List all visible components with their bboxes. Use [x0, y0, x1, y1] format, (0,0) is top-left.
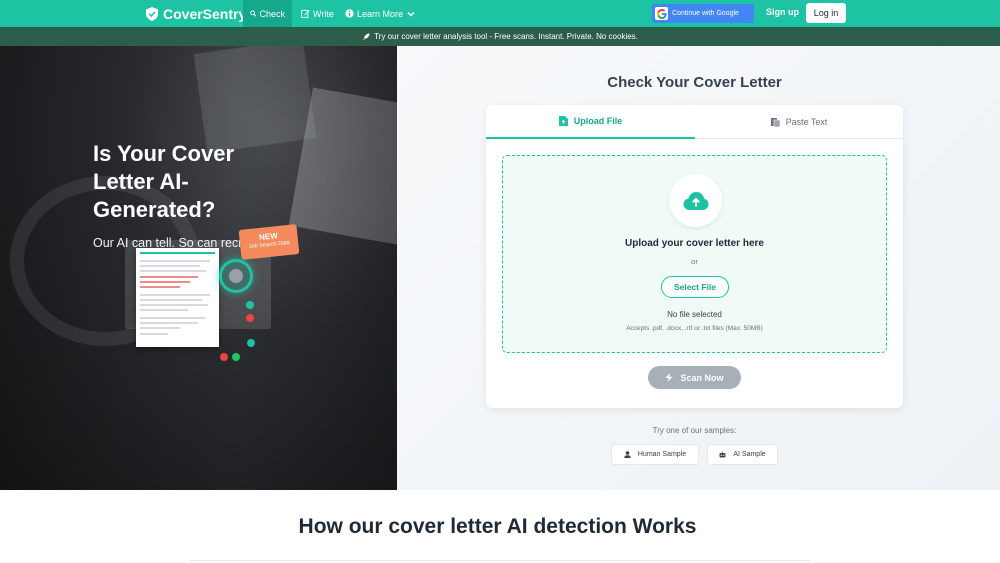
- hero-illustration-document: [136, 248, 219, 347]
- human-sample-label: Human Sample: [637, 451, 687, 458]
- google-signin-button[interactable]: Continue with Google: [652, 4, 754, 23]
- upload-title: Upload your cover letter here: [625, 238, 764, 249]
- upload-card: Upload File Paste Text Upload your cover…: [486, 105, 903, 408]
- bolt-icon: [665, 373, 673, 382]
- magnifier-scan-icon: [219, 259, 253, 293]
- login-button[interactable]: Log in: [806, 3, 846, 23]
- check-dot-icon: [247, 339, 255, 347]
- accepted-formats-note: Accepts .pdf, .docx, .rtf or .txt files …: [626, 325, 763, 332]
- new-badge: NEW Job Search Data: [238, 224, 300, 260]
- ai-sample-button[interactable]: AI Sample: [707, 444, 778, 465]
- promo-banner-text: Try our cover letter analysis tool - Fre…: [374, 32, 638, 41]
- check-dot-icon: [232, 353, 240, 361]
- scan-now-label: Scan Now: [680, 372, 724, 383]
- file-dropzone[interactable]: Upload your cover letter here or Select …: [502, 155, 887, 353]
- checker-title: Check Your Cover Letter: [607, 74, 782, 91]
- shield-check-icon: [146, 6, 158, 21]
- scan-now-button[interactable]: Scan Now: [648, 366, 741, 389]
- tab-upload-file[interactable]: Upload File: [486, 105, 695, 139]
- paste-icon: [770, 117, 780, 127]
- nav-learn-more[interactable]: Learn More: [338, 0, 422, 27]
- top-navbar: CoverSentry Check Write Learn More Conti…: [0, 0, 1000, 27]
- search-icon: [250, 10, 257, 17]
- select-file-button[interactable]: Select File: [661, 276, 729, 298]
- nav-write[interactable]: Write: [294, 0, 341, 27]
- google-signin-label: Continue with Google: [672, 10, 739, 17]
- info-icon: [345, 9, 354, 18]
- check-dot-icon: [246, 301, 254, 309]
- tab-paste-text-label: Paste Text: [785, 116, 828, 127]
- samples-label: Try one of our samples:: [652, 426, 737, 435]
- nav-check[interactable]: Check: [243, 0, 292, 27]
- or-separator: or: [691, 257, 698, 266]
- signup-link[interactable]: Sign up: [766, 7, 799, 17]
- nav-write-label: Write: [313, 8, 334, 19]
- nav-check-label: Check: [259, 8, 285, 19]
- brand-logo[interactable]: CoverSentry: [146, 5, 246, 22]
- ai-sample-label: AI Sample: [733, 451, 766, 458]
- section-divider: [190, 560, 810, 561]
- edit-icon: [301, 9, 310, 18]
- rocket-icon: [362, 32, 370, 41]
- x-dot-icon: [220, 353, 228, 361]
- checker-panel: Check Your Cover Letter Upload File Past…: [397, 46, 1000, 490]
- tab-paste-text[interactable]: Paste Text: [695, 105, 903, 139]
- human-sample-button[interactable]: Human Sample: [611, 444, 699, 465]
- file-upload-icon: [558, 116, 568, 126]
- brand-name: CoverSentry: [163, 5, 247, 22]
- tab-upload-file-label: Upload File: [573, 116, 623, 126]
- nav-learn-more-label: Learn More: [357, 8, 404, 19]
- promo-banner: Try our cover letter analysis tool - Fre…: [0, 27, 1000, 46]
- google-icon: [655, 7, 668, 20]
- how-it-works-title: How our cover letter AI detection Works: [298, 515, 697, 538]
- x-dot-icon: [246, 314, 254, 322]
- hero-title: Is Your Cover Letter AI-Generated?: [93, 141, 235, 222]
- user-icon: [624, 451, 631, 458]
- cloud-upload-icon: [669, 174, 722, 227]
- file-status: No file selected: [667, 310, 722, 319]
- chevron-down-icon: [407, 11, 415, 17]
- robot-icon: [719, 451, 726, 458]
